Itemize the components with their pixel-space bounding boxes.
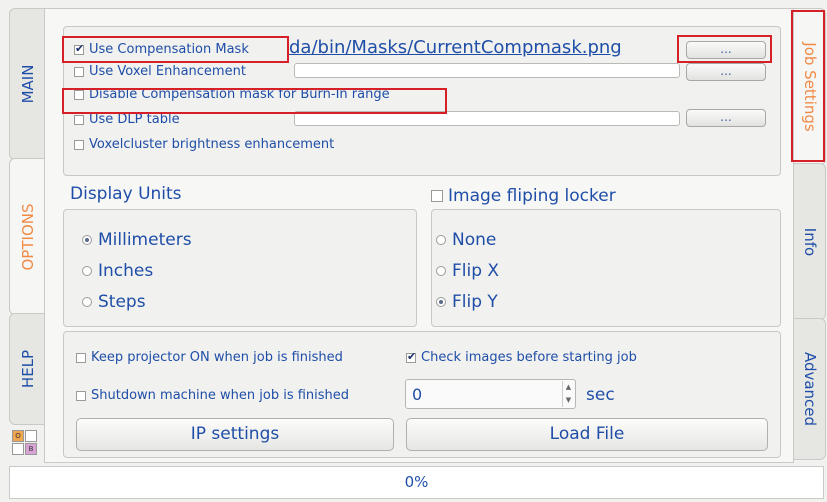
keep-projector-label: Keep projector ON when job is finished xyxy=(91,350,343,365)
voxelcluster-label: Voxelcluster brightness enhancement xyxy=(89,137,335,152)
checkbox-icon xyxy=(431,190,443,202)
highlight-job-settings-tab xyxy=(791,10,825,162)
radio-icon xyxy=(82,235,92,245)
radio-steps[interactable]: Steps xyxy=(82,292,146,312)
checkbox-icon xyxy=(76,390,86,401)
shutdown-seconds-value: 0 xyxy=(412,385,423,404)
radio-millimeters-label: Millimeters xyxy=(98,230,192,250)
comp-mask-path-field[interactable]: da/bin/Masks/CurrentCompmask.png xyxy=(289,37,687,61)
badge-o-icon: O xyxy=(12,430,24,442)
keep-projector-checkbox[interactable]: Keep projector ON when job is finished xyxy=(76,350,343,365)
checkbox-icon xyxy=(406,350,416,363)
job-group: Keep projector ON when job is finished C… xyxy=(63,331,781,458)
shutdown-label: Shutdown machine when job is finished xyxy=(91,388,350,403)
shutdown-seconds-spinbox[interactable]: 0 ▲ ▼ xyxy=(405,379,576,409)
radio-flip-y-label: Flip Y xyxy=(452,292,498,312)
tab-main[interactable]: MAIN xyxy=(9,8,47,160)
tab-advanced[interactable]: Advanced xyxy=(793,318,826,460)
image-flip-label: Image fliping locker xyxy=(448,186,616,206)
dlp-browse-button[interactable]: ... xyxy=(686,109,766,127)
radio-flip-x[interactable]: Flip X xyxy=(436,261,499,281)
tab-info[interactable]: Info xyxy=(793,163,826,320)
radio-flip-y[interactable]: Flip Y xyxy=(436,292,498,312)
radio-steps-label: Steps xyxy=(98,292,146,312)
display-units-group: Millimeters Inches Steps xyxy=(63,209,417,327)
checkbox-icon xyxy=(74,114,84,125)
tab-help[interactable]: HELP xyxy=(9,313,47,425)
tab-main-label: MAIN xyxy=(19,64,37,104)
tab-info-label: Info xyxy=(800,227,819,256)
radio-none-label: None xyxy=(452,230,497,250)
use-voxel-label: Use Voxel Enhancement xyxy=(89,64,246,79)
checkbox-icon xyxy=(74,66,84,77)
radio-millimeters[interactable]: Millimeters xyxy=(82,230,192,250)
badge-empty-icon xyxy=(25,430,37,442)
checkbox-icon xyxy=(76,352,86,363)
use-dlp-label: Use DLP table xyxy=(89,112,180,127)
highlight-browse-button xyxy=(677,35,772,63)
shutdown-checkbox[interactable]: Shutdown machine when job is finished xyxy=(76,388,349,403)
check-images-label: Check images before starting job xyxy=(421,350,637,365)
radio-icon xyxy=(436,297,446,307)
tab-help-label: HELP xyxy=(19,349,37,389)
radio-flip-x-label: Flip X xyxy=(452,261,500,281)
image-flip-checkbox[interactable]: Image fliping locker xyxy=(431,186,616,206)
spin-up-icon[interactable]: ▲ xyxy=(562,381,574,394)
tab-options-label: OPTIONS xyxy=(19,203,37,270)
radio-none[interactable]: None xyxy=(436,230,496,250)
radio-icon xyxy=(436,266,446,276)
voxelcluster-checkbox[interactable]: Voxelcluster brightness enhancement xyxy=(74,137,334,152)
check-images-checkbox[interactable]: Check images before starting job xyxy=(406,350,637,365)
load-file-button[interactable]: Load File xyxy=(406,418,768,451)
progress-text: 0% xyxy=(404,473,429,491)
use-voxel-checkbox[interactable]: Use Voxel Enhancement xyxy=(74,64,246,79)
options-panel: Use Compensation Mask da/bin/Masks/Curre… xyxy=(44,8,794,463)
progress-bar: 0% xyxy=(9,466,824,499)
badge-empty-icon xyxy=(12,443,24,455)
ip-settings-button[interactable]: IP settings xyxy=(76,418,394,451)
spin-down-icon[interactable]: ▼ xyxy=(562,394,574,407)
radio-inches-label: Inches xyxy=(98,261,154,281)
radio-icon xyxy=(82,266,92,276)
voxel-path-input[interactable] xyxy=(294,63,680,78)
radio-inches[interactable]: Inches xyxy=(82,261,153,281)
tab-options[interactable]: OPTIONS xyxy=(9,158,46,315)
image-flip-group: None Flip X Flip Y xyxy=(431,209,781,327)
tab-advanced-label: Advanced xyxy=(800,351,819,427)
highlight-use-comp-mask xyxy=(62,36,289,63)
checkbox-icon xyxy=(74,139,84,150)
voxel-browse-button[interactable]: ... xyxy=(686,63,766,81)
radio-icon xyxy=(82,297,92,307)
display-units-title: Display Units xyxy=(70,184,182,204)
highlight-disable-comp xyxy=(62,88,447,114)
badge-icons: O B xyxy=(12,430,42,460)
badge-b-icon: B xyxy=(25,443,37,455)
shutdown-unit-label: sec xyxy=(586,385,615,405)
radio-icon xyxy=(436,235,446,245)
use-dlp-checkbox[interactable]: Use DLP table xyxy=(74,112,180,127)
